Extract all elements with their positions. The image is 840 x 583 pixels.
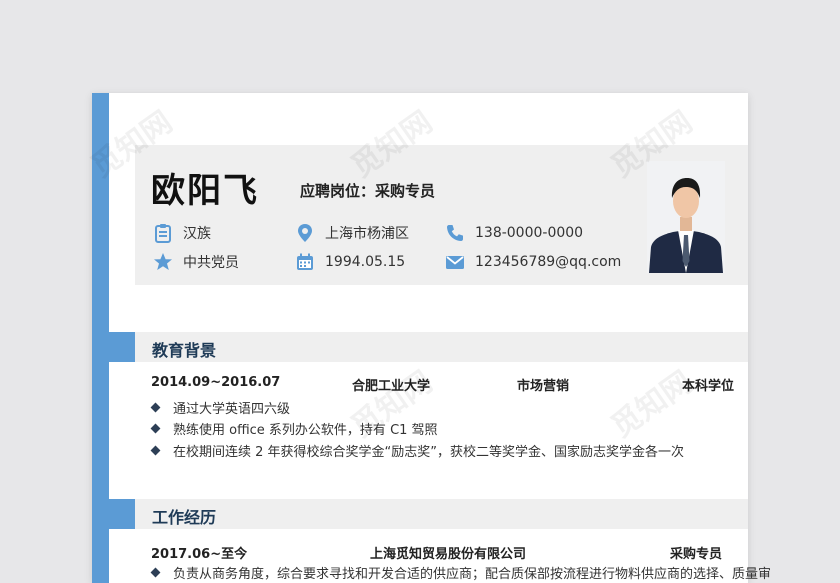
work-company: 上海觅知贸易股份有限公司 (370, 547, 527, 562)
list-item: 在校期间连续 2 年获得校综合奖学金“励志奖”，获校二等奖学金、国家励志奖学金各… (150, 441, 685, 460)
info-birth: 1994.05.15 (295, 252, 405, 272)
header-panel: 欧阳飞 应聘岗位：采购专员 汉族 上海市杨浦区 138-0000-0000 中共… (135, 145, 748, 285)
education-major: 市场营销 (517, 379, 570, 394)
work-period: 2017.06~至今 (151, 547, 248, 562)
diamond-bullet-icon (150, 445, 161, 456)
resume-page: 欧阳飞 应聘岗位：采购专员 汉族 上海市杨浦区 138-0000-0000 中共… (92, 93, 771, 583)
ethnicity-value: 汉族 (183, 226, 211, 242)
info-email: 123456789@qq.com (445, 252, 621, 272)
email-value: 123456789@qq.com (475, 254, 622, 270)
work-section-header: 工作经历 (109, 499, 748, 529)
location-value: 上海市杨浦区 (325, 226, 409, 242)
info-party: 中共党员 (153, 252, 239, 272)
education-bullet-2: 熟练使用 office 系列办公软件，持有 C1 驾照 (173, 423, 438, 438)
info-ethnicity: 汉族 (153, 223, 211, 243)
calendar-icon (297, 253, 313, 270)
education-school: 合肥工业大学 (352, 379, 431, 394)
candidate-name: 欧阳飞 (151, 171, 259, 211)
work-title: 工作经历 (152, 508, 217, 527)
diamond-bullet-icon (150, 402, 161, 413)
section-marker (109, 332, 135, 362)
section-marker (109, 499, 135, 529)
mail-icon (446, 256, 464, 269)
side-accent-bar (92, 93, 109, 583)
list-item: 通过大学英语四六级 (150, 398, 291, 417)
birth-value: 1994.05.15 (325, 254, 406, 270)
info-phone: 138-0000-0000 (445, 223, 583, 243)
work-role: 采购专员 (670, 547, 723, 562)
work-bullet-1: 负责从商务角度，综合要求寻找和开发合适的供应商；配合质保部按流程进行物料供应商的… (173, 567, 772, 582)
document-icon (155, 224, 171, 243)
applied-position: 应聘岗位：采购专员 (300, 182, 436, 200)
education-section-header: 教育背景 (109, 332, 748, 362)
star-icon (154, 253, 172, 270)
education-bullet-1: 通过大学英语四六级 (173, 402, 291, 417)
phone-icon (447, 225, 463, 241)
education-degree: 本科学位 (682, 379, 735, 394)
education-period: 2014.09~2016.07 (151, 375, 281, 390)
party-value: 中共党员 (183, 255, 239, 271)
list-item: 熟练使用 office 系列办公软件，持有 C1 驾照 (150, 419, 438, 438)
education-title: 教育背景 (152, 341, 217, 360)
info-location: 上海市杨浦区 (295, 223, 409, 243)
diamond-bullet-icon (150, 567, 161, 578)
profile-photo (647, 161, 725, 273)
education-bullet-3: 在校期间连续 2 年获得校综合奖学金“励志奖”，获校二等奖学金、国家励志奖学金各… (173, 445, 685, 460)
phone-value: 138-0000-0000 (475, 225, 584, 241)
location-pin-icon (298, 224, 312, 242)
list-item: 负责从商务角度，综合要求寻找和开发合适的供应商；配合质保部按流程进行物料供应商的… (150, 563, 772, 582)
person-photo-icon (647, 161, 725, 273)
diamond-bullet-icon (150, 423, 161, 434)
